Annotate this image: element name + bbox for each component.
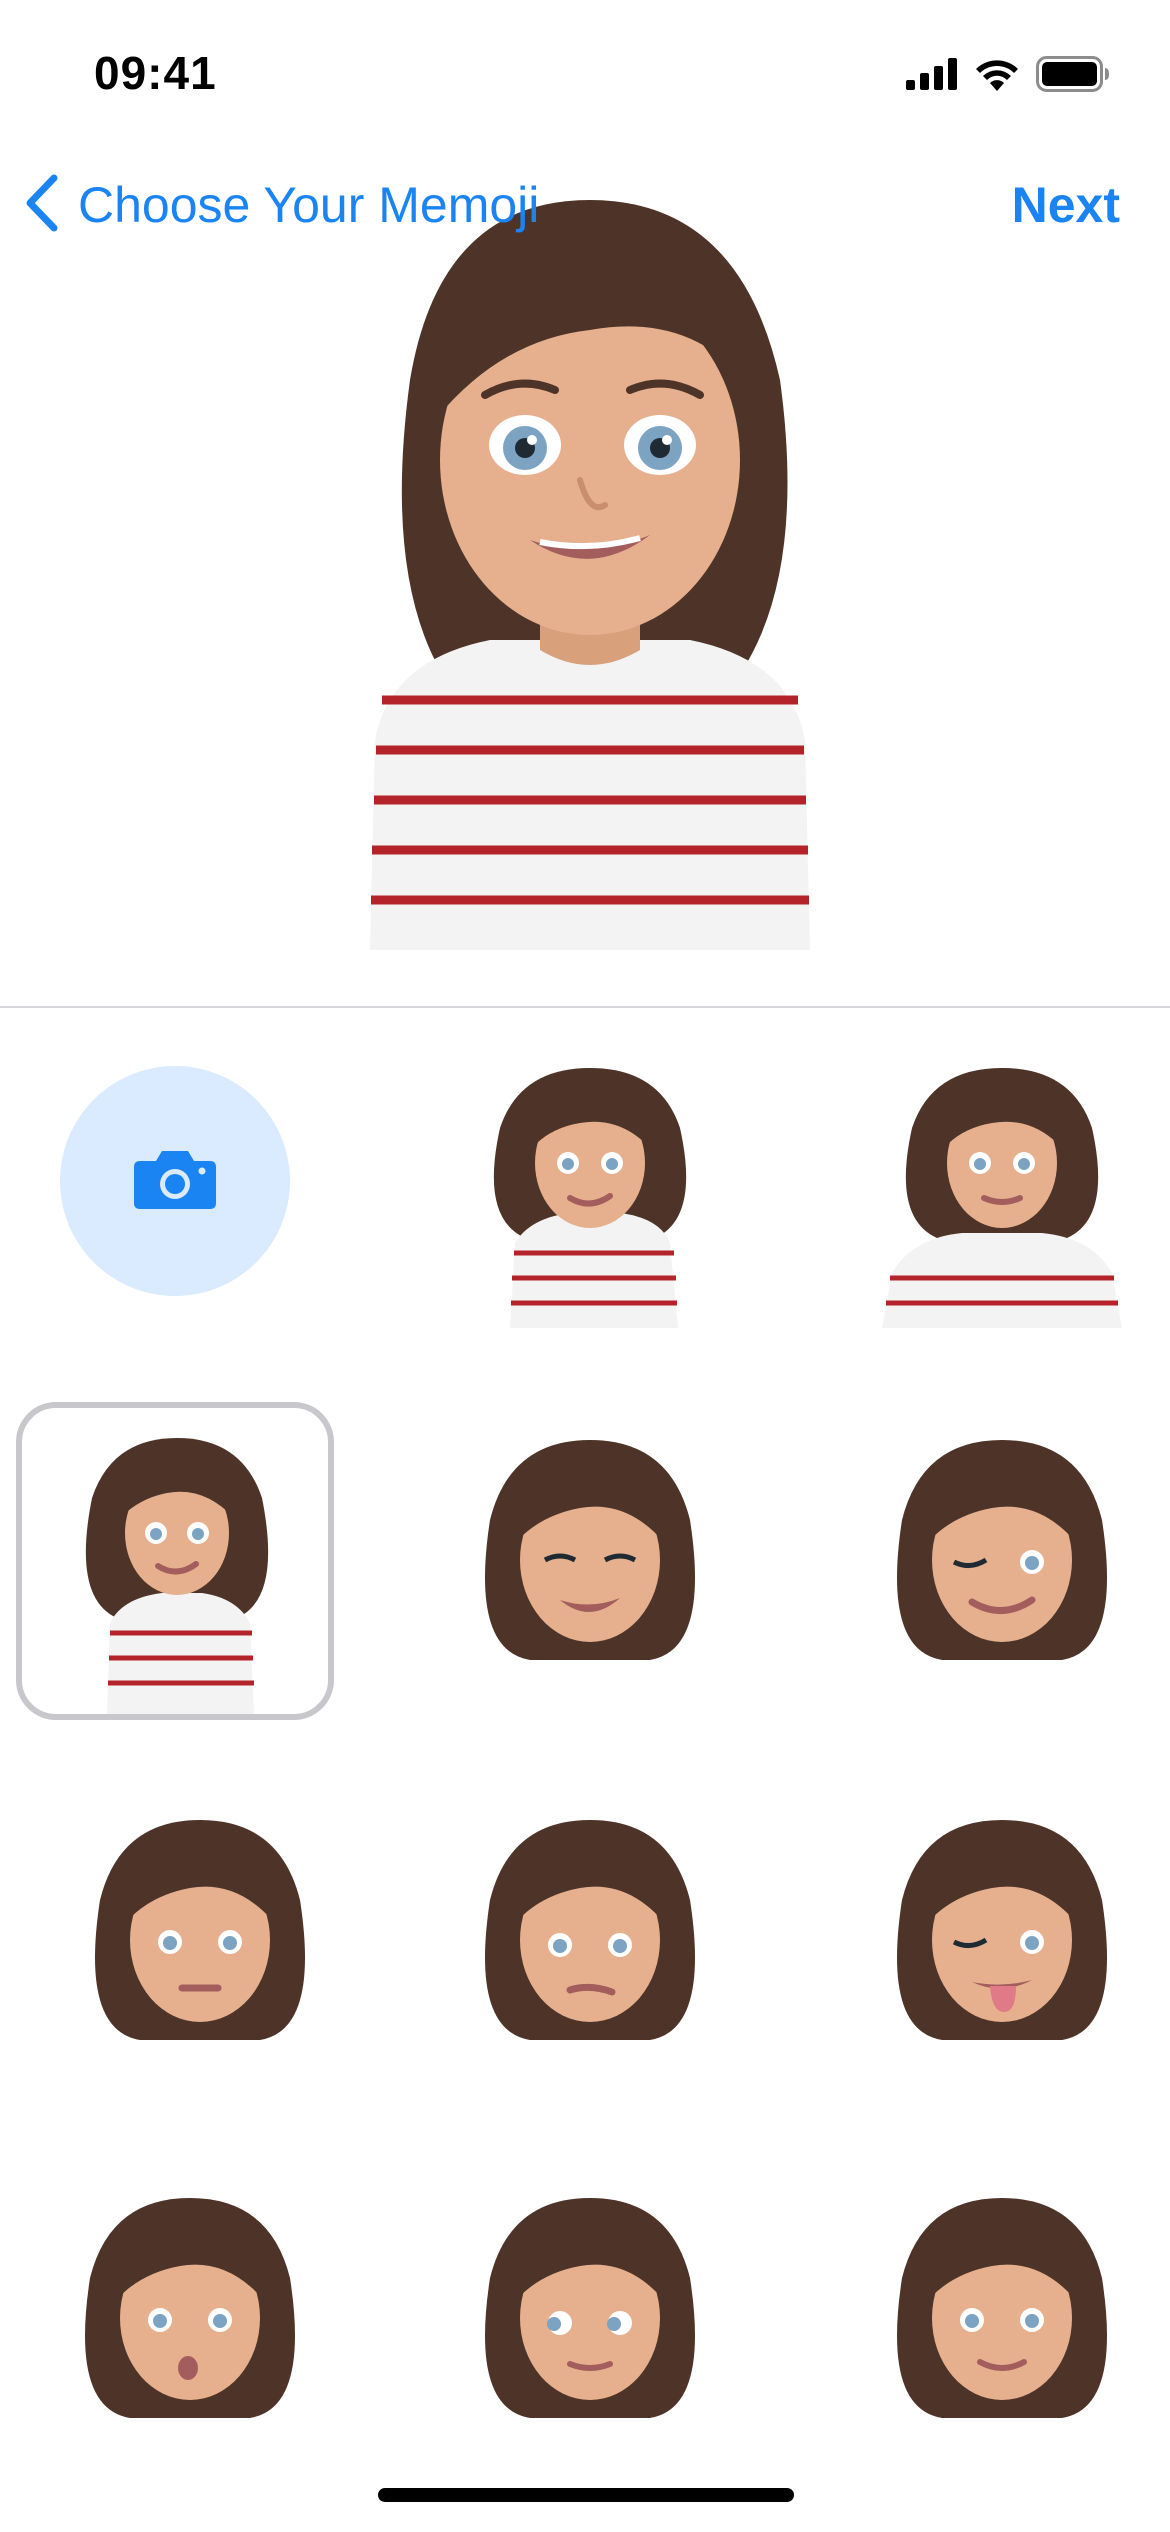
status-icons bbox=[906, 52, 1110, 96]
memoji-pose-head-neutral[interactable] bbox=[40, 1800, 358, 2118]
battery-icon bbox=[1036, 56, 1110, 92]
wifi-icon bbox=[974, 57, 1020, 91]
back-button[interactable]: Choose Your Memoji bbox=[24, 170, 539, 240]
status-time: 09:41 bbox=[94, 47, 217, 99]
camera-button[interactable] bbox=[60, 1066, 290, 1296]
memoji-pose-head-wink[interactable] bbox=[842, 1420, 1160, 1738]
memoji-pose-head-calm-smile[interactable] bbox=[842, 2178, 1160, 2496]
memoji-pose-upper-body-smile[interactable] bbox=[430, 1068, 748, 1386]
navigation-bar: Choose Your Memoji Next bbox=[0, 160, 1170, 250]
status-bar: 09:41 bbox=[0, 0, 1170, 150]
memoji-pose-head-unsure[interactable] bbox=[430, 1800, 748, 2118]
memoji-pose-head-tongue-out-wink[interactable] bbox=[842, 1800, 1160, 2118]
nav-title: Choose Your Memoji bbox=[78, 177, 540, 233]
memoji-pose-upper-body-selected[interactable] bbox=[16, 1402, 334, 1720]
camera-icon bbox=[132, 1147, 218, 1216]
memoji-preview bbox=[340, 180, 840, 950]
memoji-pose-head-kiss[interactable] bbox=[30, 2178, 348, 2496]
memoji-pose-head-side-glance[interactable] bbox=[430, 2178, 748, 2496]
chevron-left-icon bbox=[24, 174, 60, 237]
memoji-pose-head-grin[interactable] bbox=[430, 1420, 748, 1738]
home-indicator[interactable] bbox=[378, 2488, 794, 2502]
cellular-signal-icon bbox=[906, 58, 958, 90]
next-button[interactable]: Next bbox=[1012, 170, 1120, 240]
section-divider bbox=[0, 1006, 1170, 1008]
memoji-pose-hands-on-hips[interactable] bbox=[842, 1068, 1160, 1386]
